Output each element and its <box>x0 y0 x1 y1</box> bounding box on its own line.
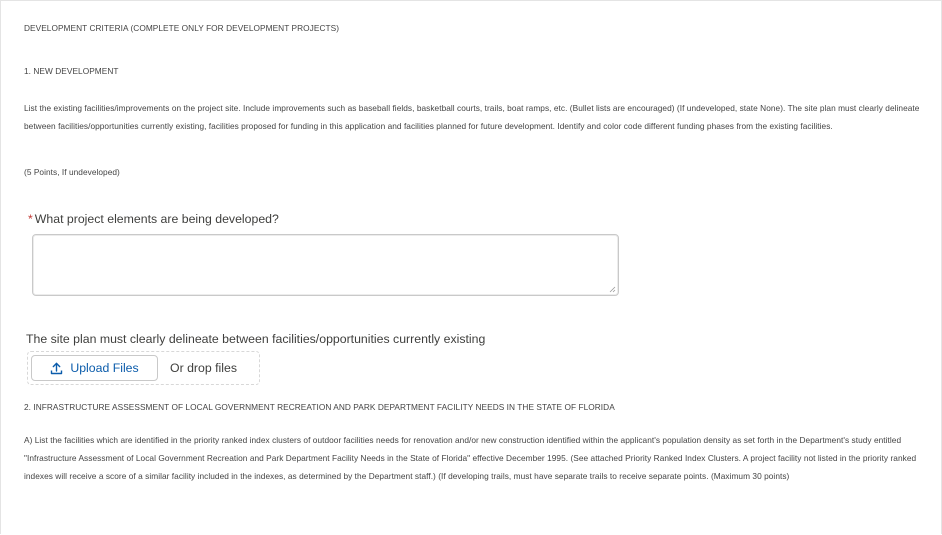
resize-handle-icon[interactable] <box>609 286 616 293</box>
question-label-text: What project elements are being develope… <box>34 212 279 226</box>
subsection-description: List the existing facilities/improvement… <box>24 103 920 131</box>
required-marker: * <box>28 212 33 226</box>
subsection-title-new-development: 1. NEW DEVELOPMENT <box>24 66 119 76</box>
upload-button-label: Upload Files <box>70 361 139 375</box>
upload-icon <box>51 362 63 374</box>
form-panel: DEVELOPMENT CRITERIA (COMPLETE ONLY FOR … <box>0 0 942 534</box>
section2-description: A) List the facilities which are identif… <box>24 435 917 481</box>
upload-files-button[interactable]: Upload Files <box>31 355 158 381</box>
section2-title: 2. INFRASTRUCTURE ASSESSMENT OF LOCAL GO… <box>24 402 615 412</box>
project-elements-textarea[interactable] <box>32 234 619 296</box>
points-note: (5 Points, If undeveloped) <box>24 167 120 177</box>
section-title: DEVELOPMENT CRITERIA (COMPLETE ONLY FOR … <box>24 23 340 33</box>
drop-files-text: Or drop files <box>170 361 237 375</box>
upload-label: The site plan must clearly delineate bet… <box>26 332 486 346</box>
question-label: * What project elements are being develop… <box>28 212 279 226</box>
